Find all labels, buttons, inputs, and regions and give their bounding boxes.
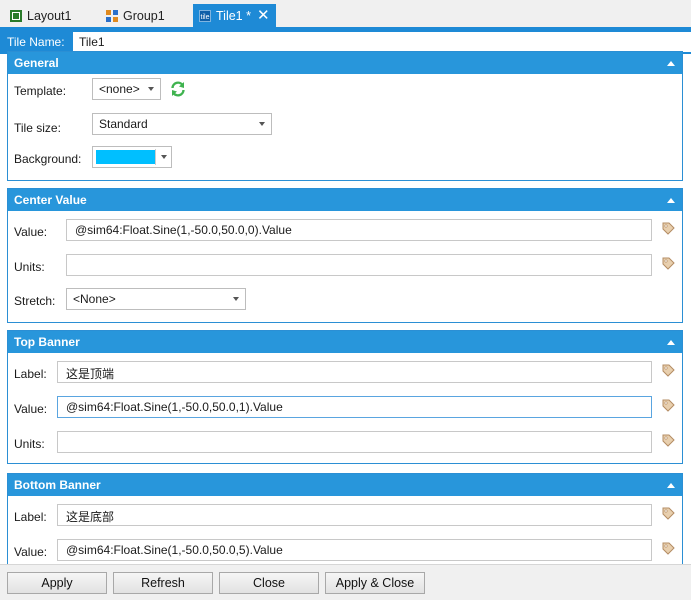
general-title: General [14, 56, 59, 70]
center-value-input[interactable]: @sim64:Float.Sine(1,-50.0,50.0,0).Value [66, 219, 652, 241]
apply-close-button[interactable]: Apply & Close [325, 572, 425, 594]
document-tab-bar: Layout1 Group1 tile Tile1 * ✕ [0, 0, 691, 30]
tab-label: Layout1 [27, 8, 72, 23]
color-swatch [96, 150, 156, 164]
top-banner-value-input[interactable]: @sim64:Float.Sine(1,-50.0,50.0,1).Value [57, 396, 652, 418]
stretch-dropdown[interactable]: <None> [66, 288, 246, 310]
divider [155, 149, 156, 165]
tag-icon[interactable] [661, 399, 675, 413]
center-value-title: Center Value [14, 193, 87, 207]
label-label: Label: [14, 367, 47, 381]
chevron-down-icon [233, 297, 239, 301]
tab-label: Tile1 * [216, 8, 251, 23]
top-banner-units-input[interactable] [57, 431, 652, 453]
template-dropdown[interactable]: <none> [92, 78, 161, 100]
refresh-button[interactable]: Refresh [113, 572, 213, 594]
stretch-value: <None> [73, 292, 116, 306]
close-icon[interactable]: ✕ [257, 8, 270, 23]
general-header[interactable]: General [8, 52, 682, 74]
apply-button[interactable]: Apply [7, 572, 107, 594]
tile-name-label: Tile Name: [7, 35, 65, 49]
tag-icon[interactable] [661, 434, 675, 448]
chevron-down-icon [259, 122, 265, 126]
collapse-icon[interactable] [667, 198, 675, 203]
center-value-header[interactable]: Center Value [8, 189, 682, 211]
top-banner-label-input[interactable]: 这是顶端 [57, 361, 652, 383]
bottom-banner-label-input[interactable]: 这是底部 [57, 504, 652, 526]
refresh-icon[interactable] [169, 80, 187, 98]
stretch-label: Stretch: [14, 294, 56, 308]
value-label: Value: [14, 545, 48, 559]
top-banner-panel: Top Banner Label: 这是顶端 Value: @sim64:Flo… [7, 330, 683, 464]
tab-label: Group1 [123, 8, 165, 23]
units-label: Units: [14, 437, 45, 451]
tab-layout1[interactable]: Layout1 [10, 4, 71, 27]
tag-icon[interactable] [661, 364, 675, 378]
tile-size-dropdown[interactable]: Standard [92, 113, 272, 135]
center-units-input[interactable] [66, 254, 652, 276]
collapse-icon[interactable] [667, 61, 675, 66]
top-banner-header[interactable]: Top Banner [8, 331, 682, 353]
tab-tile1[interactable]: tile Tile1 * ✕ [193, 4, 276, 27]
value-label: Value: [14, 402, 48, 416]
units-label: Units: [14, 260, 45, 274]
tag-icon[interactable] [661, 507, 675, 521]
tile-size-value: Standard [99, 117, 148, 131]
tile-icon: tile [199, 9, 211, 22]
chevron-down-icon [161, 155, 167, 159]
tile-name-input[interactable]: Tile1 [73, 32, 691, 52]
general-panel: General Template: <none> Tile size: Stan… [7, 51, 683, 181]
label-label: Label: [14, 510, 47, 524]
template-label: Template: [14, 84, 67, 98]
template-value: <none> [99, 82, 140, 96]
center-value-panel: Center Value Value: @sim64:Float.Sine(1,… [7, 188, 683, 323]
value-label: Value: [14, 225, 48, 239]
tile-size-label: Tile size: [14, 121, 61, 135]
bottom-banner-value-input[interactable]: @sim64:Float.Sine(1,-50.0,50.0,5).Value [57, 539, 652, 561]
tab-group1[interactable]: Group1 [106, 4, 165, 27]
layout-icon [10, 9, 22, 22]
collapse-icon[interactable] [667, 340, 675, 345]
tag-icon[interactable] [661, 222, 675, 236]
tag-icon[interactable] [661, 257, 675, 271]
group-icon [106, 9, 118, 22]
bottom-banner-title: Bottom Banner [14, 478, 101, 492]
background-color-picker[interactable] [92, 146, 172, 168]
tag-icon[interactable] [661, 542, 675, 556]
button-bar: Apply Refresh Close Apply & Close [0, 564, 691, 600]
bottom-banner-header[interactable]: Bottom Banner [8, 474, 682, 496]
chevron-down-icon [148, 87, 154, 91]
collapse-icon[interactable] [667, 483, 675, 488]
top-banner-title: Top Banner [14, 335, 80, 349]
background-label: Background: [14, 152, 82, 166]
close-button[interactable]: Close [219, 572, 319, 594]
